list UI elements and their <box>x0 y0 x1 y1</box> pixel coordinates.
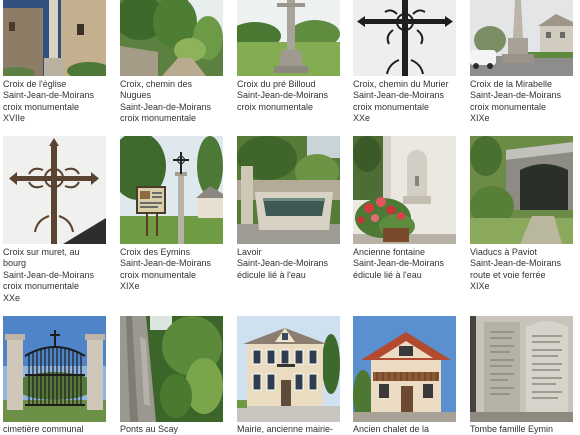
card-title[interactable]: Croix, chemin du Murier <box>353 79 456 90</box>
card-category: croix monumentale <box>3 281 80 292</box>
card-title[interactable]: Ancien chalet de la <box>353 424 456 434</box>
card-title[interactable]: Viaducs à Paviot <box>470 247 573 258</box>
card-category: croix monumentale <box>3 101 80 112</box>
gallery-card-croix-eglise[interactable]: Croix de l'église Saint-Jean-de-Moirans … <box>3 0 106 125</box>
card-title[interactable]: cimetière communal <box>3 424 106 434</box>
card-category: croix monumentale <box>120 113 197 124</box>
gallery-card-ancien-chalet[interactable]: Ancien chalet de la <box>353 316 456 434</box>
photo-ancienne-fontaine[interactable] <box>353 136 456 244</box>
card-category: édicule lié à l'eau <box>237 269 306 280</box>
gallery-card-ponts-scay[interactable]: Ponts au Scay <box>120 316 223 434</box>
gallery-card-croix-mirabelle[interactable]: Croix de la Mirabelle Saint-Jean-de-Moir… <box>470 0 573 125</box>
gallery-card-croix-eymins[interactable]: Croix des Eymins Saint-Jean-de-Moirans c… <box>120 136 223 293</box>
card-title[interactable]: Croix des Eymins <box>120 247 223 258</box>
card-caption: Croix du pré Billoud Saint-Jean-de-Moira… <box>237 79 340 113</box>
photo-croix-eymins[interactable] <box>120 136 223 244</box>
photo-croix-chemin-nugues[interactable] <box>120 0 223 76</box>
card-commune: Saint-Jean-de-Moirans <box>353 258 445 269</box>
gallery-card-tombe-famille-eymin[interactable]: Tombe famille Eymin <box>470 316 573 434</box>
card-category: croix monumentale <box>120 269 197 280</box>
card-title[interactable]: Croix du pré Billoud <box>237 79 340 90</box>
card-century: XVIIe <box>3 113 26 124</box>
photo-mairie[interactable] <box>237 316 340 422</box>
photo-croix-muret-bourg[interactable] <box>3 136 106 244</box>
card-century: XIXe <box>470 281 490 292</box>
card-category: croix monumentale <box>353 101 430 112</box>
card-title[interactable]: Ancienne fontaine <box>353 247 456 258</box>
card-title[interactable]: Tombe famille Eymin <box>470 424 573 434</box>
card-title-continued[interactable]: bourg <box>3 258 106 269</box>
photo-croix-chemin-murier[interactable] <box>353 0 456 76</box>
card-caption: Ponts au Scay <box>120 424 223 434</box>
card-title[interactable]: Croix de la Mirabelle <box>470 79 573 90</box>
gallery-card-viaducs-paviot[interactable]: Viaducs à Paviot Saint-Jean-de-Moirans r… <box>470 136 573 293</box>
heritage-gallery: Croix de l'église Saint-Jean-de-Moirans … <box>0 0 580 435</box>
card-caption: Ancien chalet de la <box>353 424 456 434</box>
card-caption: Lavoir Saint-Jean-de-Moirans édicule lié… <box>237 247 340 281</box>
gallery-card-ancienne-fontaine[interactable]: Ancienne fontaine Saint-Jean-de-Moirans … <box>353 136 456 281</box>
card-caption: Croix, chemin des Nugues Saint-Jean-de-M… <box>120 79 223 125</box>
card-caption: Mairie, ancienne mairie- <box>237 424 340 434</box>
card-caption: Croix de la Mirabelle Saint-Jean-de-Moir… <box>470 79 573 125</box>
card-commune: Saint-Jean-de-Moirans <box>120 258 212 269</box>
card-caption: Viaducs à Paviot Saint-Jean-de-Moirans r… <box>470 247 573 293</box>
card-commune: Saint-Jean-de-Moirans <box>3 90 95 101</box>
card-caption: Croix de l'église Saint-Jean-de-Moirans … <box>3 79 106 125</box>
card-category: route et voie ferrée <box>470 269 546 280</box>
card-commune: Saint-Jean-de-Moirans <box>237 258 329 269</box>
card-title-continued[interactable]: Nugues <box>120 90 223 101</box>
gallery-card-cimetiere-communal[interactable]: cimetière communal <box>3 316 106 434</box>
card-century: XXe <box>3 292 21 303</box>
photo-croix-pre-billoud[interactable] <box>237 0 340 76</box>
gallery-card-lavoir[interactable]: Lavoir Saint-Jean-de-Moirans édicule lié… <box>237 136 340 281</box>
card-caption: Croix sur muret, au bourg Saint-Jean-de-… <box>3 247 106 304</box>
card-caption: Ancienne fontaine Saint-Jean-de-Moirans … <box>353 247 456 281</box>
card-commune: Saint-Jean-de-Moirans <box>470 90 562 101</box>
photo-ponts-scay[interactable] <box>120 316 223 422</box>
photo-croix-eglise[interactable] <box>3 0 106 76</box>
card-title[interactable]: Lavoir <box>237 247 340 258</box>
card-caption: Croix, chemin du Murier Saint-Jean-de-Mo… <box>353 79 456 125</box>
gallery-card-croix-chemin-nugues[interactable]: Croix, chemin des Nugues Saint-Jean-de-M… <box>120 0 223 125</box>
photo-tombe-famille-eymin[interactable] <box>470 316 573 422</box>
gallery-card-croix-muret-bourg[interactable]: Croix sur muret, au bourg Saint-Jean-de-… <box>3 136 106 304</box>
gallery-card-croix-chemin-murier[interactable]: Croix, chemin du Murier Saint-Jean-de-Mo… <box>353 0 456 125</box>
card-commune: Saint-Jean-de-Moirans <box>470 258 562 269</box>
card-title[interactable]: Mairie, ancienne mairie- <box>237 424 340 434</box>
card-commune: Saint-Jean-de-Moirans <box>237 90 329 101</box>
card-title[interactable]: Croix, chemin des <box>120 79 223 90</box>
photo-croix-mirabelle[interactable] <box>470 0 573 76</box>
card-category: croix monumentale <box>237 101 314 112</box>
photo-ancien-chalet[interactable] <box>353 316 456 422</box>
card-century: XIXe <box>120 281 140 292</box>
card-caption: cimetière communal <box>3 424 106 434</box>
card-title[interactable]: Croix sur muret, au <box>3 247 106 258</box>
photo-viaducs-paviot[interactable] <box>470 136 573 244</box>
card-category: croix monumentale <box>470 101 547 112</box>
card-commune: Saint-Jean-de-Moirans <box>353 90 445 101</box>
photo-cimetiere-communal[interactable] <box>3 316 106 422</box>
card-caption: Tombe famille Eymin <box>470 424 573 434</box>
card-title[interactable]: Ponts au Scay <box>120 424 223 434</box>
photo-lavoir[interactable] <box>237 136 340 244</box>
card-commune: Saint-Jean-de-Moirans <box>120 101 212 112</box>
gallery-card-mairie[interactable]: Mairie, ancienne mairie- <box>237 316 340 434</box>
card-title[interactable]: Croix de l'église <box>3 79 106 90</box>
card-commune: Saint-Jean-de-Moirans <box>3 269 95 280</box>
card-century: XIXe <box>470 113 490 124</box>
gallery-card-croix-pre-billoud[interactable]: Croix du pré Billoud Saint-Jean-de-Moira… <box>237 0 340 113</box>
card-category: édicule lié à l'eau <box>353 269 422 280</box>
card-century: XXe <box>353 113 371 124</box>
card-caption: Croix des Eymins Saint-Jean-de-Moirans c… <box>120 247 223 293</box>
